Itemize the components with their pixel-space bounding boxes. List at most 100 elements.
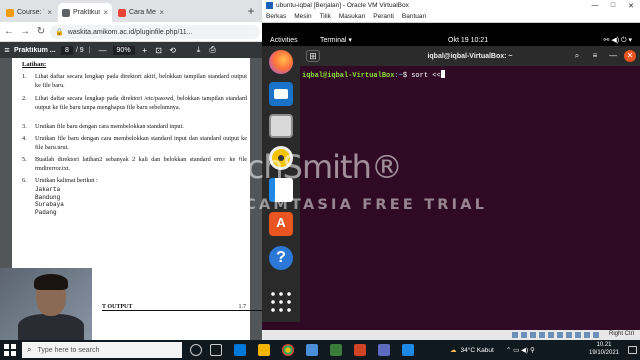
hamburger-menu-icon[interactable]: ≡ [588, 50, 602, 62]
windows-start-icon[interactable] [4, 344, 16, 356]
camtasia-icon[interactable] [330, 344, 342, 356]
text-cursor [440, 70, 445, 78]
tray-icons[interactable]: ⌃ ▭ ◀) ⚲ [506, 346, 535, 354]
tab-label: Course: Th [17, 9, 44, 16]
minimize-icon[interactable]: — [606, 50, 620, 62]
zoom-in-icon[interactable]: + [138, 46, 152, 55]
tab-praktikum[interactable]: Praktikum × [58, 3, 112, 22]
close-icon[interactable]: ✕ [624, 50, 636, 62]
close-icon[interactable]: × [159, 8, 164, 17]
search-icon[interactable]: ⌕ [570, 50, 584, 62]
system-menu-icon[interactable]: ⚯ ◀) ⏻ ▾ [604, 36, 632, 45]
close-icon[interactable]: ✕ [622, 2, 640, 10]
firefox-icon[interactable] [269, 50, 293, 74]
notification-icon[interactable] [628, 346, 637, 354]
terminal-headerbar: ⊞ iqbal@iqbal-VirtualBox: ~ ⌕ ≡ — ✕ [300, 46, 640, 66]
tab-course[interactable]: Course: Th × [2, 3, 56, 22]
rotate-icon[interactable]: ⟲ [166, 46, 180, 55]
app-menu-terminal[interactable]: Terminal ▾ [320, 36, 352, 44]
app-icon[interactable] [378, 344, 390, 356]
prompt-user: iqbal@iqbal-VirtualBox [302, 72, 395, 80]
gnome-clock[interactable]: Okt 19 10:21 [448, 37, 488, 44]
exercise-item: 6. Urutkan kalimat berikut : [22, 176, 247, 185]
exercise-item: 3. Urutkan file baru dengan cara membelo… [22, 122, 247, 131]
virtualbox-taskbar-icon[interactable] [306, 344, 318, 356]
menu-tilik[interactable]: Tilik [320, 13, 331, 20]
search-icon: ⌕ [27, 345, 32, 354]
device-status-icons[interactable] [512, 332, 602, 338]
divider: | [88, 46, 91, 54]
files-icon[interactable] [269, 114, 293, 138]
word-icon[interactable] [402, 344, 414, 356]
zoom-out-icon[interactable]: — [96, 46, 110, 55]
clock-date: 19/10/2021 [588, 350, 620, 356]
exercise-item: 5. Buatlah direktori latihan2 sebanyak 2… [22, 155, 247, 173]
task-view-icon[interactable] [210, 344, 222, 356]
browser-toolbar: ← → ↻ 🔒 waskita.amikom.ac.id/pluginfile.… [0, 22, 262, 42]
minimize-icon[interactable]: — [586, 2, 604, 9]
tab-strip: Course: Th × Praktikum × Cara Mem × + [0, 0, 262, 22]
url-text: waskita.amikom.ac.id/pluginfile.php/11..… [67, 28, 193, 36]
item-text: Lihat daftar secara lengkap pada direkto… [35, 95, 247, 111]
print-icon[interactable]: ⎙ [206, 45, 220, 55]
exercise-item: 4. Urutkan file baru dengan cara membelo… [22, 134, 247, 152]
list-item: Jakarta [35, 186, 61, 193]
vbox-menubar: Berkas Mesin Tilik Masukan Peranti Bantu… [262, 11, 640, 23]
taskbar-clock[interactable]: 10.21 19/10/2021 [584, 341, 624, 357]
back-icon[interactable]: ← [2, 25, 16, 39]
file-explorer-icon[interactable] [258, 344, 270, 356]
zoom-level[interactable]: 90% [112, 45, 135, 55]
forward-icon[interactable]: → [18, 25, 32, 39]
tab-cara[interactable]: Cara Mem × [114, 3, 168, 22]
webcam-person-hair [34, 274, 68, 290]
reload-icon[interactable]: ↻ [34, 25, 48, 39]
system-tray: ☁ 34°C Kabut ⌃ ▭ ◀) ⚲ [450, 340, 535, 360]
taskbar-search-box[interactable]: ⌕ Type here to search [22, 342, 182, 358]
new-tab-button[interactable]: + [244, 4, 258, 18]
weather-text[interactable]: 34°C Kabut [461, 347, 494, 354]
webcam-overlay [0, 268, 92, 340]
list-item: Bandung [35, 193, 61, 201]
help-icon[interactable]: ? [269, 246, 293, 270]
exercise-heading: Latihan: [22, 61, 47, 68]
footer-rule [102, 310, 262, 311]
camtasia-watermark-text: MADE WITH CAMTASIA FREE TRIAL [112, 197, 488, 213]
app-icon[interactable] [354, 344, 366, 356]
maximize-icon[interactable]: □ [604, 2, 622, 9]
item-number: 1. [22, 73, 27, 80]
tab-label: Praktikum [73, 9, 100, 16]
close-icon[interactable]: × [47, 8, 52, 17]
desktop: Course: Th × Praktikum × Cara Mem × + ← … [0, 0, 640, 360]
terminal-output[interactable]: iqbal@iqbal-VirtualBox:~$ sort << [302, 70, 445, 80]
show-applications-icon[interactable] [269, 290, 293, 314]
close-icon[interactable]: × [103, 8, 108, 17]
lock-icon: 🔒 [55, 29, 64, 36]
thunderbird-icon[interactable] [269, 82, 293, 106]
techsmith-watermark-logo: TechSmith® [215, 148, 403, 186]
list-item: Padang [35, 208, 57, 216]
command-text: sort << [411, 72, 441, 80]
prompt-symbol: $ [402, 72, 412, 80]
webcam-person-body [18, 314, 84, 340]
menu-mesin[interactable]: Mesin [294, 13, 311, 20]
menu-bantuan[interactable]: Bantuan [402, 13, 426, 20]
item-number: 5. [22, 156, 27, 163]
vbox-title: ubuntu-iqbal [Berjalan] - Oracle VM Virt… [276, 2, 409, 9]
page-number-input[interactable]: 8 [61, 45, 73, 55]
edge-icon[interactable] [234, 344, 246, 356]
ubuntu-software-icon[interactable] [269, 212, 293, 236]
download-icon[interactable]: ⤓ [192, 45, 206, 55]
tab-label: Cara Mem [129, 9, 156, 16]
cortana-icon[interactable] [190, 344, 202, 356]
menu-berkas[interactable]: Berkas [266, 13, 286, 20]
address-bar[interactable]: 🔒 waskita.amikom.ac.id/pluginfile.php/11… [50, 25, 260, 39]
new-tab-icon[interactable]: ⊞ [306, 50, 320, 62]
menu-masukan[interactable]: Masukan [339, 13, 365, 20]
chrome-icon[interactable] [282, 344, 294, 356]
menu-peranti[interactable]: Peranti [373, 13, 394, 20]
activities-button[interactable]: Activities [270, 37, 298, 44]
item-text: Urutkan file baru dengan cara membelokka… [35, 123, 184, 130]
tab-favicon-icon [62, 8, 70, 17]
fit-page-icon[interactable]: ⊡ [152, 46, 166, 55]
menu-icon[interactable]: ≡ [0, 45, 14, 55]
